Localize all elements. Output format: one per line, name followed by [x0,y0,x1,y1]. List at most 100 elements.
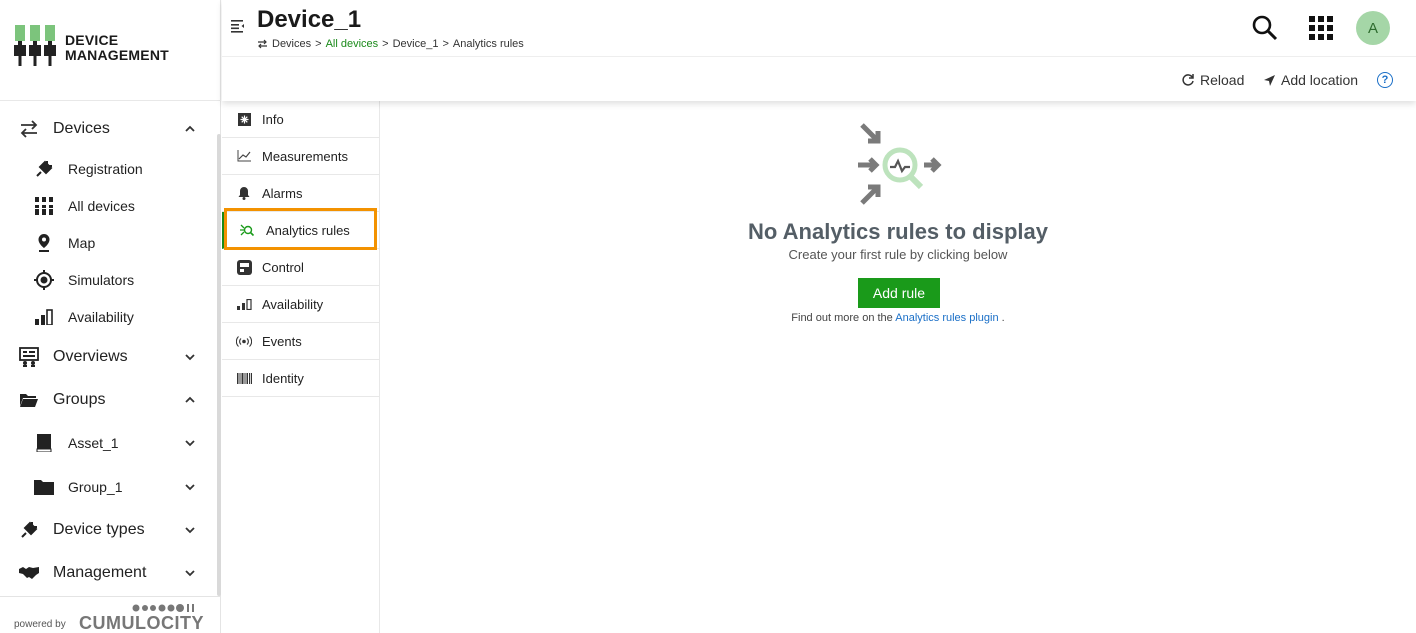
help-icon[interactable]: ? [1377,72,1393,88]
breadcrumb-analytics-rules: Analytics rules [452,38,524,50]
nav-registration-label: Registration [68,161,143,177]
nav-scrollbar[interactable] [217,134,221,596]
info-icon [236,111,252,127]
cumulocity-logo-icon [132,604,194,612]
add-location-label: Add location [1281,72,1359,88]
nav-simulators-label: Simulators [68,272,135,288]
powered-by-footer: powered by CUMULOCITY [0,596,221,633]
tab-measurements[interactable]: Measurements [222,138,379,175]
user-avatar[interactable]: A [1356,11,1390,45]
nav-map-label: Map [68,235,96,251]
breadcrumb-separator: > [315,38,322,50]
breadcrumb-separator: > [442,38,449,50]
tab-info-label: Info [262,111,284,127]
page-header: Device_1 Devices > All devices > Device_… [222,0,1416,101]
tab-alarms[interactable]: Alarms [222,175,379,212]
tab-alarms-label: Alarms [262,185,303,201]
nav-asset-1-label: Asset_1 [68,435,119,451]
tab-info[interactable]: Info [222,101,379,138]
chevron-down-icon [185,440,195,447]
plug-icon [19,520,39,540]
line-chart-icon [236,148,252,164]
tab-measurements-label: Measurements [262,148,348,164]
tab-identity[interactable]: Identity [222,360,379,397]
search-icon[interactable] [1251,14,1279,42]
nav-map[interactable]: Map [0,225,214,261]
open-folder-icon [19,390,39,410]
nav-devices[interactable]: Devices [0,111,214,147]
exchange-icon [19,119,39,139]
find-more-prefix: Find out more on the [791,312,893,324]
nav-simulators[interactable]: Simulators [0,262,214,298]
header-divider [222,56,1416,57]
chevron-down-icon [185,484,195,491]
nav-availability[interactable]: Availability [0,299,214,335]
simulator-icon [34,270,54,290]
nav-all-devices[interactable]: All devices [0,188,214,224]
brand-line-2: MANAGEMENT [65,47,169,63]
tab-control[interactable]: Control [222,249,379,286]
collapse-menu-icon[interactable] [231,19,245,33]
find-more-suffix: . [1001,312,1005,324]
book-icon [34,433,54,453]
page-title: Device_1 [257,6,362,33]
breadcrumb-all-devices[interactable]: All devices [326,38,379,50]
tab-availability-label: Availability [262,296,324,312]
chevron-down-icon [185,527,195,534]
overviews-icon [19,347,39,367]
add-rule-button[interactable]: Add rule [858,278,940,308]
refresh-icon [1182,74,1194,86]
nav-group-1-label: Group_1 [68,479,123,495]
breadcrumb: Devices > All devices > Device_1 > Analy… [257,38,524,50]
analytics-rules-empty-state: No Analytics rules to display Create you… [380,101,1416,633]
tab-identity-label: Identity [262,370,304,386]
nav-asset-1[interactable]: Asset_1 [0,425,214,461]
nav-overviews[interactable]: Overviews [0,339,214,375]
empty-state-title: No Analytics rules to display [748,219,1048,244]
bar-chart-icon [236,296,252,312]
analytics-rules-highlight [224,208,377,250]
nav-device-types[interactable]: Device types [0,512,214,548]
nav-registration[interactable]: Registration [0,151,214,187]
handshake-icon [19,563,39,583]
empty-state-subtitle: Create your first rule by clicking below [788,247,1008,262]
breadcrumb-separator: > [382,38,389,50]
exchange-icon [258,39,267,49]
map-pin-icon [34,233,54,253]
tab-events[interactable]: Events [222,323,379,360]
nav-groups-label: Groups [53,391,106,408]
nav-availability-label: Availability [68,309,134,325]
breadcrumb-device-1[interactable]: Device_1 [393,38,439,50]
breadcrumb-devices[interactable]: Devices [272,38,311,50]
barcode-icon [236,370,252,386]
location-arrow-icon [1264,74,1275,86]
nav-overviews-label: Overviews [53,348,128,365]
app-switcher-icon[interactable] [1307,14,1335,42]
chevron-up-icon [185,396,195,403]
analytics-rules-icon [858,123,942,205]
tab-control-label: Control [262,259,304,275]
analytics-rules-plugin-link[interactable]: Analytics rules plugin [895,312,998,324]
reload-label: Reload [1200,72,1245,88]
devices-icon [34,196,54,216]
nav-group-1[interactable]: Group_1 [0,469,214,505]
device-management-app: DEVICE MANAGEMENT Devices Registration A… [0,0,1416,633]
chevron-up-icon [185,125,195,132]
chevron-down-icon [185,570,195,577]
nav-management[interactable]: Management [0,555,214,591]
bell-icon [236,185,252,201]
nav-management-label: Management [53,564,147,581]
reload-button[interactable]: Reload [1181,72,1244,88]
tab-availability[interactable]: Availability [222,286,379,323]
chevron-down-icon [185,354,195,361]
brand-name: DEVICE MANAGEMENT [65,33,169,63]
cumulocity-wordmark: CUMULOCITY [79,613,204,633]
tab-events-label: Events [262,333,302,349]
nav-all-devices-label: All devices [68,198,135,214]
left-navigator: DEVICE MANAGEMENT Devices Registration A… [0,0,221,633]
nav-groups[interactable]: Groups [0,382,214,418]
add-location-button[interactable]: Add location [1263,72,1358,88]
device-tabs: Info Measurements Alarms Analytics rules… [222,101,380,633]
nav-devices-label: Devices [53,120,110,137]
broadcast-icon [236,333,252,349]
